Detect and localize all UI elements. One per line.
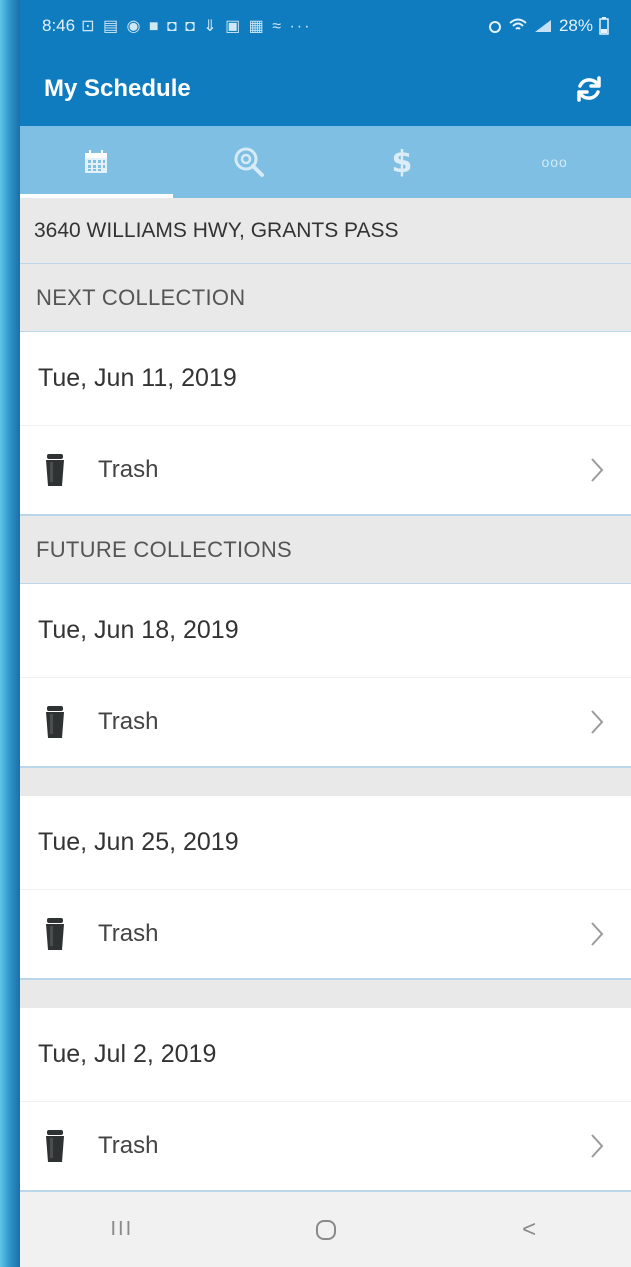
chevron-right-icon (591, 922, 604, 946)
battery-percentage: 28% (558, 16, 593, 35)
tab-calendar[interactable] (20, 126, 173, 198)
alarm-icon (488, 21, 501, 33)
phone-screen: 8:46 ⊡ ▤ ◉ ■ ◘ ◘ ⇓ ▣ ▦ ≈ ··· 28% My Sche… (20, 0, 631, 1267)
back-button[interactable]: < (427, 1216, 631, 1244)
collection-type-label: Trash (98, 456, 159, 483)
refresh-icon (577, 76, 601, 102)
recents-button[interactable]: III (20, 1218, 224, 1241)
collection-date: Tue, Jun 25, 2019 (20, 796, 631, 890)
tab-bar: $ ooo (20, 126, 631, 198)
notification-icons: ⊡ ▤ ◉ ■ ◘ ◘ ⇓ ▣ ▦ ≈ ··· (81, 18, 312, 35)
list-spacer (20, 768, 631, 796)
collection-date: Tue, Jul 2, 2019 (20, 1008, 631, 1102)
status-bar: 8:46 ⊡ ▤ ◉ ■ ◘ ◘ ⇓ ▣ ▦ ≈ ··· 28% (20, 0, 631, 52)
tab-search[interactable] (173, 126, 326, 198)
trash-bin-icon (46, 1130, 64, 1162)
back-icon: < (522, 1215, 537, 1243)
schedule-list: 3640 WILLIAMS HWY, GRANTS PASS NEXT COLL… (20, 198, 631, 1192)
chevron-right-icon (591, 458, 604, 482)
collection-date: Tue, Jun 11, 2019 (20, 332, 631, 426)
future-collections-header: FUTURE COLLECTIONS (20, 516, 631, 584)
collection-type-label: Trash (98, 708, 159, 735)
tab-more[interactable]: ooo (478, 126, 631, 198)
collection-item-trash[interactable]: Trash (20, 890, 631, 980)
trash-bin-icon (46, 454, 64, 486)
collection-item-trash[interactable]: Trash (20, 426, 631, 516)
tab-billing[interactable]: $ (326, 126, 479, 198)
signal-icon (534, 20, 551, 32)
battery-icon (599, 17, 609, 35)
collection-date: Tue, Jun 18, 2019 (20, 584, 631, 678)
next-collection-header: NEXT COLLECTION (20, 264, 631, 332)
home-icon (315, 1219, 336, 1240)
refresh-button[interactable] (571, 71, 607, 107)
calendar-icon (85, 150, 108, 173)
address-header: 3640 WILLIAMS HWY, GRANTS PASS (20, 198, 631, 264)
recents-icon: III (110, 1218, 134, 1240)
trash-bin-icon (46, 706, 64, 738)
home-button[interactable] (224, 1218, 428, 1242)
dollar-icon: $ (391, 144, 413, 180)
trash-bin-icon (46, 918, 64, 950)
search-icon (234, 147, 265, 177)
chevron-right-icon (591, 1134, 604, 1158)
more-icon: ooo (541, 154, 568, 170)
status-time: 8:46 (42, 16, 76, 35)
collection-type-label: Trash (98, 1132, 159, 1159)
collection-item-trash[interactable]: Trash (20, 1102, 631, 1192)
system-nav-bar: III < (20, 1192, 631, 1267)
collection-type-label: Trash (98, 920, 159, 947)
app-bar: My Schedule (20, 52, 631, 126)
list-spacer (20, 980, 631, 1008)
page-title: My Schedule (44, 75, 191, 102)
collection-item-trash[interactable]: Trash (20, 678, 631, 768)
wifi-icon (509, 18, 527, 30)
chevron-right-icon (591, 710, 604, 734)
